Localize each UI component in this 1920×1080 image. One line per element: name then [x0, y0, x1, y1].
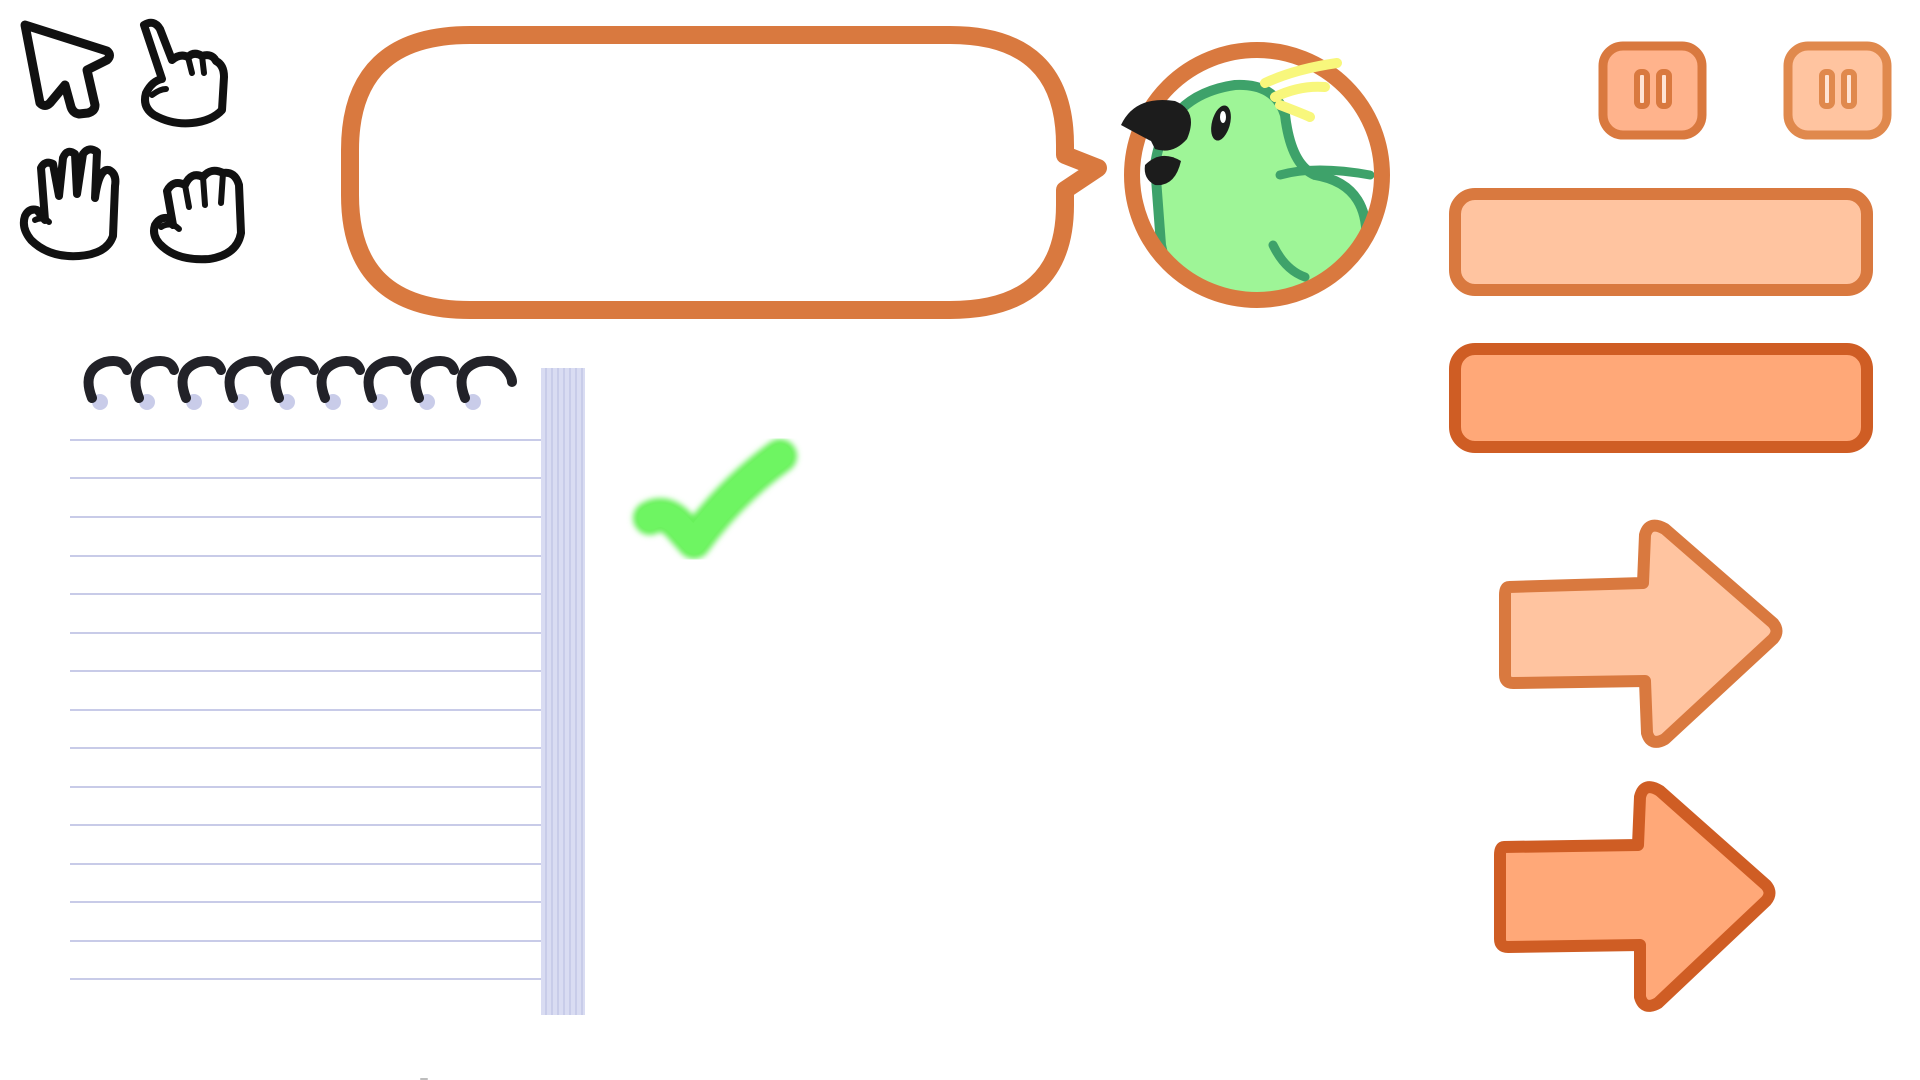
long-button-pressed[interactable] [1445, 335, 1880, 460]
arrow-cursor-icon [15, 15, 120, 125]
pause-button-hover[interactable] [1780, 38, 1895, 143]
spiral-notepad-icon [65, 330, 595, 1015]
speech-bubble-text [380, 80, 1030, 260]
parrot-icon [1115, 42, 1395, 320]
grab-hand-icon [145, 155, 250, 265]
pointing-hand-icon [132, 15, 237, 130]
open-hand-icon [15, 138, 125, 263]
right-arrow-button-pressed[interactable] [1490, 775, 1800, 1020]
long-button[interactable] [1445, 180, 1880, 300]
right-arrow-button[interactable] [1495, 515, 1805, 755]
ui-sprite-sheet [0, 0, 1920, 1080]
pause-button[interactable] [1595, 38, 1710, 143]
checkmark-icon [630, 430, 810, 595]
